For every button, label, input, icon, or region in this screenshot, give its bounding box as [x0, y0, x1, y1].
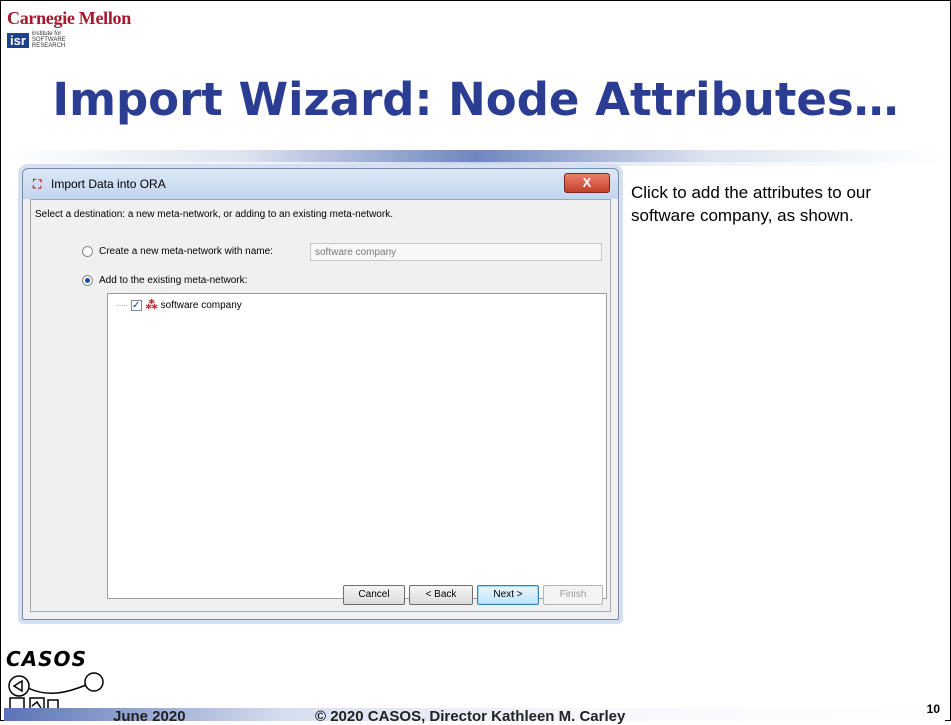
new-meta-network-label: Create a new meta-network with name:: [99, 246, 273, 257]
meta-network-icon: ⁂: [145, 298, 158, 312]
isr-subtitle: institute for SOFTWARE RESEARCH: [32, 31, 66, 49]
isr-badge: isr: [7, 32, 29, 48]
import-dialog: ⛶ Import Data into ORA X Select a destin…: [22, 168, 619, 620]
next-button[interactable]: Next >: [477, 585, 539, 605]
footer-date: June 2020: [113, 708, 186, 725]
tree-item[interactable]: ····· ✓ ⁂ software company: [116, 298, 242, 312]
existing-meta-network-radio[interactable]: [82, 275, 93, 286]
destination-instruction: Select a destination: a new meta-network…: [35, 209, 393, 220]
new-meta-network-radio[interactable]: [82, 246, 93, 257]
finish-button[interactable]: Finish: [543, 585, 603, 605]
page-number: 10: [926, 702, 940, 716]
meta-network-tree[interactable]: ····· ✓ ⁂ software company: [107, 293, 607, 599]
cancel-button[interactable]: Cancel: [343, 585, 405, 605]
carnegie-mellon-logo: Carnegie Mellon: [7, 8, 131, 28]
dialog-titlebar[interactable]: ⛶ Import Data into ORA X: [23, 169, 618, 199]
tree-item-checkbox[interactable]: ✓: [130, 299, 142, 311]
isr-subtitle-line-3: RESEARCH: [31, 43, 66, 49]
isr-logo: isr institute for SOFTWARE RESEARCH: [7, 31, 66, 49]
title-divider-band: [5, 150, 945, 162]
dialog-button-row: Cancel < Back Next > Finish: [343, 585, 603, 605]
option-existing-meta-network[interactable]: Add to the existing meta-network:: [82, 275, 247, 286]
back-button[interactable]: < Back: [409, 585, 473, 605]
tree-item-label: software company: [160, 299, 242, 311]
close-button[interactable]: X: [564, 173, 610, 193]
existing-meta-network-label: Add to the existing meta-network:: [99, 275, 248, 286]
casos-logo-text: CASOS: [6, 647, 87, 671]
ora-app-icon: ⛶: [33, 177, 42, 191]
slide-title: Import Wizard: Node Attributes…: [52, 73, 899, 126]
footer-copyright: © 2020 CASOS, Director Kathleen M. Carle…: [315, 708, 626, 725]
dialog-title: Import Data into ORA: [51, 177, 166, 191]
dialog-content: Select a destination: a new meta-network…: [30, 199, 611, 612]
option-new-meta-network[interactable]: Create a new meta-network with name:: [82, 246, 273, 257]
tree-connector: ·····: [116, 299, 129, 311]
title-divider-strip: [5, 162, 945, 166]
slide-caption: Click to add the attributes to our softw…: [631, 183, 872, 225]
meta-network-name-field[interactable]: software company: [310, 243, 602, 261]
